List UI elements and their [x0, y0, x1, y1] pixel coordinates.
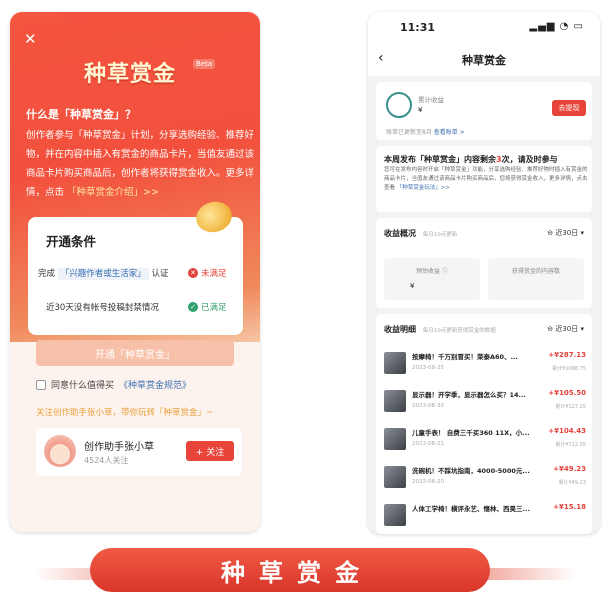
- item-amount: +¥15.18: [553, 503, 586, 511]
- notice-rules-link[interactable]: 「种草赏金玩法」>>: [397, 185, 450, 191]
- item-amount: +¥105.50: [548, 389, 586, 397]
- left-phone-screen: ✕ 种草赏金 Beta 什么是「种草赏金」？ 创作者参与「种草赏金」计划，分享选…: [10, 12, 260, 532]
- status-time: 11:31: [400, 21, 436, 34]
- condition-row1-prefix: 完成: [38, 269, 56, 279]
- what-heading: 什么是「种草赏金」？: [26, 108, 136, 121]
- list-item[interactable]: 人体工学椅！横评永艺、惬林、西昊三... +¥15.18: [384, 500, 586, 534]
- notice-card: 本周发布「种草赏金」内容剩余3次，请及时参与 您可在发布内容时开启「种草赏金」功…: [376, 146, 592, 212]
- follow-button[interactable]: + 关注: [186, 441, 234, 461]
- close-icon[interactable]: ✕: [24, 30, 37, 48]
- item-total: 累计¥49.23: [558, 480, 587, 486]
- agree-rules-link[interactable]: 《种草赏金规范》: [119, 378, 191, 391]
- assistant-account-card: 创作助手张小草 4524人关注 + 关注: [36, 428, 242, 476]
- conditions-title: 开通条件: [46, 234, 97, 249]
- agree-row: 同意什么值得买 《种草赏金规范》: [36, 378, 191, 391]
- list-item[interactable]: 洗碗机！不踩坑指南，4000-5000元... 2023-08-20 +¥49.…: [384, 462, 586, 500]
- estimated-earnings-label: 预估收益 ⓘ: [416, 268, 448, 275]
- overview-card: 收益概况 每日10点更新 ⊖ 近30日 ▾ 预估收益 ⓘ ¥ 获得赏金的内容数: [376, 218, 592, 308]
- follow-hint: 关注创作助手张小草，带你玩转「种草赏金」~: [36, 408, 214, 418]
- detail-title: 收益明细 每日10点更新获得赏金的数据: [384, 324, 496, 335]
- notice-head-prefix: 本周发布「种草赏金」内容剩余: [384, 155, 496, 164]
- earnings-ring-icon: [386, 92, 412, 118]
- item-title: 显示器！开学季，显示器怎么买？14...: [412, 391, 526, 399]
- estimated-earnings-value: ¥: [410, 282, 415, 290]
- product-thumbnail: [384, 466, 406, 488]
- account-fans: 4524人关注: [84, 456, 129, 465]
- account-name: 创作助手张小草: [84, 442, 154, 453]
- item-title: 儿童手表！ 自费三千买360 11X，小...: [412, 429, 530, 437]
- bounty-content-count-label: 获得赏金的内容数: [511, 268, 560, 275]
- item-amount: +¥287.13: [548, 351, 586, 359]
- intro-link[interactable]: 「种草赏金介绍」>>: [67, 187, 159, 198]
- item-title: 洗碗机！不踩坑指南，4000-5000元...: [412, 467, 530, 475]
- status-unmet: ✕ 未满足: [188, 267, 227, 279]
- notice-heading: 本周发布「种草赏金」内容剩余3次，请及时参与: [384, 154, 558, 165]
- notice-head-suffix: 次，请及时参与: [501, 155, 558, 164]
- bill-note-text: 账单已更新至8月: [386, 129, 432, 136]
- bottom-banner: 种草赏金: [90, 548, 490, 592]
- detail-range-select[interactable]: ⊖ 近30日 ▾: [547, 324, 584, 334]
- item-date: 2023-08-21: [412, 441, 444, 447]
- overview-title: 收益概况 每日10点更新: [384, 228, 457, 239]
- item-total: 累计¥127.25: [555, 404, 586, 410]
- avatar: [44, 435, 76, 467]
- estimated-earnings-box: 预估收益 ⓘ ¥: [384, 258, 480, 300]
- signal-wifi-battery-icon: ▂▄▆ ◔ ▭: [529, 21, 584, 32]
- status-met-label: 已满足: [201, 303, 227, 313]
- view-bill-link[interactable]: 查看账单 >: [434, 129, 465, 136]
- bounty-content-count-box: 获得赏金的内容数: [488, 258, 584, 300]
- list-item[interactable]: 儿童手表！ 自费三千买360 11X，小... 2023-08-21 +¥104…: [384, 424, 586, 462]
- item-title: 按摩椅！千万别冒买！荣泰A60、...: [412, 353, 518, 361]
- notice-body: 您可在发布内容时开启「种草赏金」功能，分享选购经验、推荐好物时插入有赏金的商品卡…: [384, 166, 588, 193]
- beta-badge: Beta: [193, 59, 216, 69]
- page-title: 种草赏金: [462, 54, 506, 67]
- overview-subtitle: 每日10点更新: [422, 232, 458, 238]
- condition-row1-suffix: 认证: [151, 269, 169, 279]
- item-date: 2023-08-30: [412, 403, 444, 409]
- item-date: 2023-08-20: [412, 479, 444, 485]
- status-unmet-label: 未满足: [201, 269, 227, 279]
- product-thumbnail: [384, 352, 406, 374]
- check-icon: ✓: [188, 302, 198, 312]
- earnings-label: 累计收益: [418, 96, 444, 104]
- status-bar: 11:31 ▂▄▆ ◔ ▭: [368, 12, 600, 42]
- item-date: 2023-08-25: [412, 365, 444, 371]
- status-met: ✓ 已满足: [188, 301, 227, 313]
- overview-range-select[interactable]: ⊖ 近30日 ▾: [547, 228, 584, 238]
- product-thumbnail: [384, 428, 406, 450]
- overview-title-text: 收益概况: [384, 229, 416, 238]
- item-amount: +¥104.43: [548, 427, 586, 435]
- condition-row-ban: 近30天没有帐号投稿封禁情况: [46, 303, 159, 313]
- certification-link[interactable]: 「兴趣作者或生活家」: [57, 268, 149, 280]
- agree-checkbox[interactable]: [36, 379, 46, 390]
- conditions-card: 开通条件 完成 「兴趣作者或生活家」 认证 ✕ 未满足 近30天没有帐号投稿封禁…: [28, 217, 243, 335]
- detail-subtitle: 每日10点更新获得赏金的数据: [422, 328, 496, 334]
- product-thumbnail: [384, 390, 406, 412]
- right-phone-screen: 11:31 ▂▄▆ ◔ ▭ ‹ 种草赏金 累计收益 ¥ 去提现 账单已更新至8月…: [368, 12, 600, 534]
- cross-icon: ✕: [188, 268, 198, 278]
- open-bounty-button[interactable]: 开通「种草赏金」: [36, 340, 234, 366]
- condition-row-certification: 完成 「兴趣作者或生活家」 认证: [38, 267, 169, 280]
- item-total: 累计¥722.55: [555, 442, 586, 448]
- hero-title: 种草赏金: [84, 62, 177, 87]
- nav-bar: ‹ 种草赏金: [368, 42, 600, 76]
- detail-card: 收益明细 每日10点更新获得赏金的数据 ⊖ 近30日 ▾ 按摩椅！千万别冒买！荣…: [376, 314, 592, 534]
- bill-note: 账单已更新至8月 查看账单 >: [386, 127, 465, 136]
- item-title: 人体工学椅！横评永艺、惬林、西昊三...: [412, 505, 530, 513]
- earnings-card: 累计收益 ¥ 去提现 账单已更新至8月 查看账单 >: [376, 82, 592, 140]
- intro-text: 创作者参与「种草赏金」计划，分享选购经验、推荐好物，并在内容中插入有赏金的商品卡…: [26, 126, 254, 202]
- banner-text: 种草赏金: [221, 558, 373, 587]
- list-item[interactable]: 按摩椅！千万别冒买！荣泰A60、... 2023-08-25 +¥287.13 …: [384, 348, 586, 386]
- withdraw-button[interactable]: 去提现: [552, 100, 586, 116]
- product-thumbnail: [384, 504, 406, 526]
- agree-text: 同意什么值得买: [51, 381, 115, 391]
- item-amount: +¥49.23: [553, 465, 586, 473]
- earnings-value: ¥: [418, 106, 423, 114]
- item-total: 累计¥1098.75: [552, 366, 586, 372]
- detail-title-text: 收益明细: [384, 325, 416, 334]
- list-item[interactable]: 显示器！开学季，显示器怎么买？14... 2023-08-30 +¥105.50…: [384, 386, 586, 424]
